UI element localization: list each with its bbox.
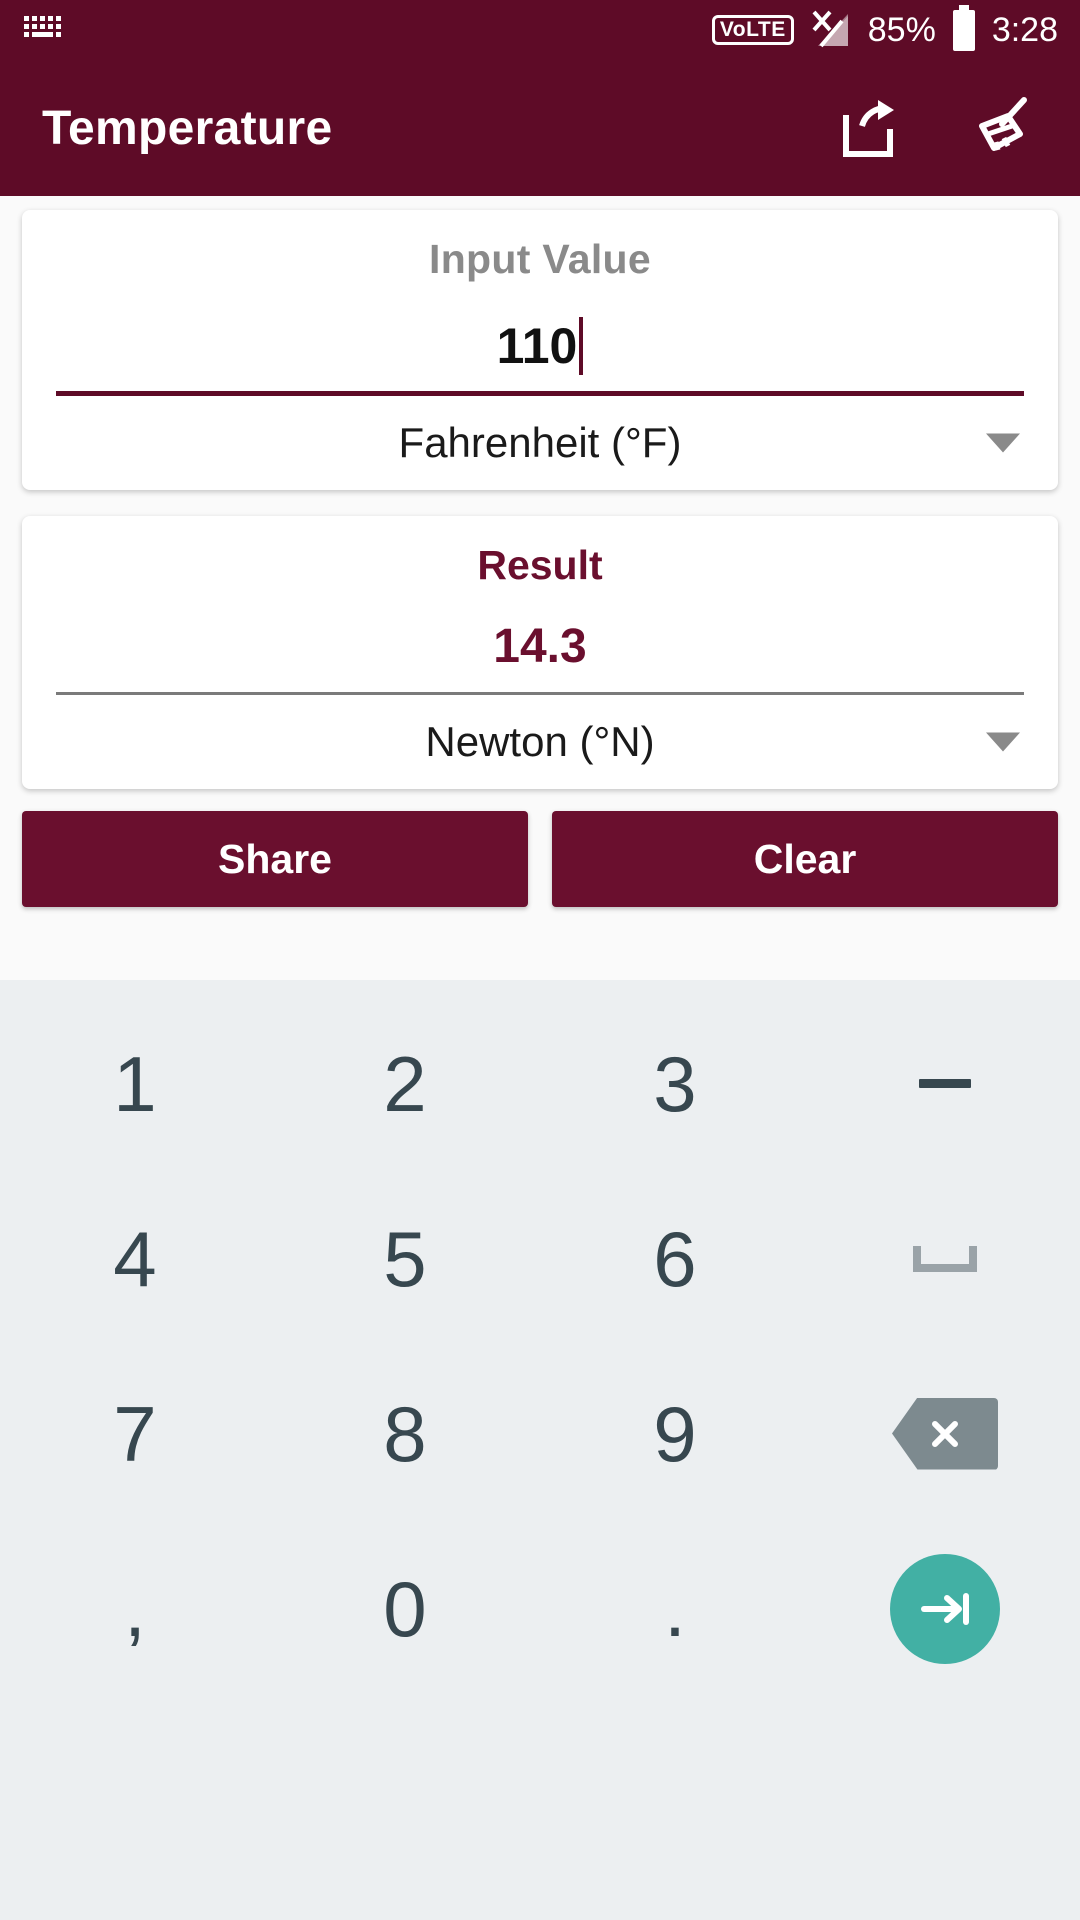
chevron-down-icon bbox=[986, 732, 1020, 752]
broom-icon[interactable] bbox=[966, 92, 1038, 164]
keyboard-row: 7 8 9 bbox=[0, 1346, 1080, 1521]
share-icon[interactable] bbox=[832, 92, 904, 164]
page-title: Temperature bbox=[42, 101, 333, 155]
key-7[interactable]: 7 bbox=[0, 1346, 270, 1521]
keyboard-row: , 0 . bbox=[0, 1521, 1080, 1696]
app-bar-actions bbox=[832, 92, 1038, 164]
key-8[interactable]: 8 bbox=[270, 1346, 540, 1521]
key-0[interactable]: 0 bbox=[270, 1521, 540, 1696]
share-button[interactable]: Share bbox=[22, 811, 528, 907]
key-4[interactable]: 4 bbox=[0, 1171, 270, 1346]
key-2[interactable]: 2 bbox=[270, 996, 540, 1171]
key-enter[interactable] bbox=[810, 1521, 1080, 1696]
numeric-keyboard: 1 2 3 4 5 6 7 8 9 , 0 . bbox=[0, 980, 1080, 1920]
enter-button bbox=[890, 1553, 1000, 1664]
input-card: Input Value 110 Fahrenheit (°F) bbox=[22, 210, 1058, 490]
key-backspace[interactable] bbox=[810, 1346, 1080, 1521]
input-unit-label: Fahrenheit (°F) bbox=[398, 419, 682, 466]
main-content: Input Value 110 Fahrenheit (°F) Result 1… bbox=[0, 196, 1080, 980]
action-button-row: Share Clear bbox=[22, 811, 1058, 907]
space-icon bbox=[913, 1245, 977, 1272]
result-card: Result 14.3 Newton (°N) bbox=[22, 516, 1058, 789]
key-period[interactable]: . bbox=[540, 1521, 810, 1696]
battery-icon bbox=[950, 4, 978, 56]
volte-badge: VoLTE bbox=[711, 15, 794, 45]
key-9[interactable]: 9 bbox=[540, 1346, 810, 1521]
battery-percent: 85% bbox=[867, 10, 936, 49]
result-unit-label: Newton (°N) bbox=[425, 718, 655, 765]
keyboard-row: 4 5 6 bbox=[0, 1171, 1080, 1346]
clear-button[interactable]: Clear bbox=[552, 811, 1058, 907]
key-5[interactable]: 5 bbox=[270, 1171, 540, 1346]
status-bar-left bbox=[22, 12, 66, 49]
keyboard-icon bbox=[22, 12, 66, 49]
backspace-icon bbox=[892, 1397, 998, 1470]
key-6[interactable]: 6 bbox=[540, 1171, 810, 1346]
input-value: 110 bbox=[496, 318, 578, 374]
key-minus[interactable] bbox=[810, 996, 1080, 1171]
signal-no-service-icon bbox=[808, 8, 854, 52]
text-caret bbox=[579, 317, 584, 375]
result-field: 14.3 bbox=[56, 589, 1024, 692]
status-bar: VoLTE 85% 3:28 bbox=[0, 0, 1080, 60]
chevron-down-icon bbox=[986, 433, 1020, 453]
key-space[interactable] bbox=[810, 1171, 1080, 1346]
close-icon bbox=[932, 1420, 958, 1447]
result-label: Result bbox=[477, 542, 603, 588]
tab-arrow-icon bbox=[921, 1592, 969, 1625]
key-3[interactable]: 3 bbox=[540, 996, 810, 1171]
result-unit-select[interactable]: Newton (°N) bbox=[56, 695, 1024, 789]
minus-icon bbox=[919, 1079, 971, 1088]
key-comma[interactable]: , bbox=[0, 1521, 270, 1696]
input-unit-select[interactable]: Fahrenheit (°F) bbox=[56, 396, 1024, 490]
status-bar-clock: 3:28 bbox=[991, 10, 1058, 49]
input-field[interactable]: 110 bbox=[56, 283, 1024, 391]
status-bar-right: VoLTE 85% 3:28 bbox=[711, 4, 1058, 56]
input-label: Input Value bbox=[429, 236, 651, 282]
result-value: 14.3 bbox=[493, 620, 587, 673]
key-1[interactable]: 1 bbox=[0, 996, 270, 1171]
app-bar: Temperature bbox=[0, 60, 1080, 196]
keyboard-row: 1 2 3 bbox=[0, 996, 1080, 1171]
phone-screen: VoLTE 85% 3:28 Temperature Input Value 1… bbox=[0, 0, 1080, 1920]
